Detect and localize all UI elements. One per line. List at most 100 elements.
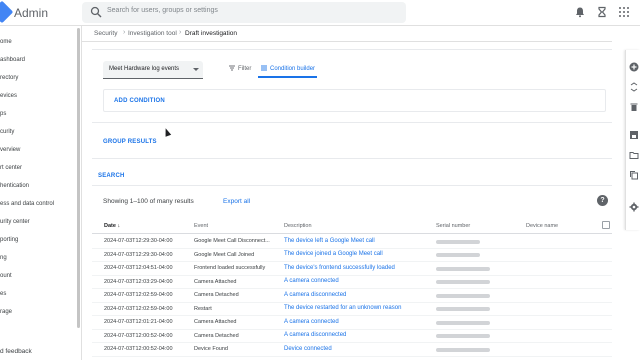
delete-icon[interactable] (629, 102, 639, 112)
group-results-button[interactable]: GROUP RESULTS (103, 139, 157, 145)
cell-date: 2024-07-03T12:00:52-04:00 (104, 332, 173, 339)
table-row[interactable]: 2024-07-03T12:29:30-04:00 Google Meet Ca… (92, 249, 612, 262)
cell-date: 2024-07-03T12:00:52-04:00 (104, 346, 173, 352)
column-header-event[interactable]: Event (194, 223, 208, 229)
apps-grid-icon[interactable] (618, 6, 630, 18)
sidebar-item-reporting[interactable]: porting (0, 237, 18, 243)
sidebar-item-access-data-control[interactable]: ess and data control (0, 201, 54, 207)
search-placeholder: Search for users, groups or settings (107, 7, 218, 14)
table-row[interactable]: 2024-07-03T12:04:51-04:00 Frontend loade… (92, 262, 612, 276)
column-header-date[interactable]: Date ↓ (104, 223, 120, 229)
breadcrumb-investigation-tool[interactable]: Investigation tool (128, 30, 177, 37)
sidebar-item-devices[interactable]: evices (0, 93, 17, 99)
cell-description-link[interactable]: Device connected (284, 346, 332, 352)
sidebar-item-alert-center[interactable]: rt center (0, 165, 22, 171)
settings-gear-icon[interactable] (629, 202, 639, 212)
tab-condition-builder[interactable]: Condition builder (258, 60, 318, 78)
breadcrumb-draft-investigation: Draft investigation (185, 30, 238, 37)
hourglass-icon[interactable] (596, 6, 608, 18)
table-row[interactable]: 2024-07-03T12:02:59-04:00 Restart The de… (92, 303, 612, 316)
save-icon[interactable] (629, 130, 639, 140)
admin-logo-icon[interactable] (0, 0, 14, 24)
filter-icon (229, 65, 235, 71)
sidebar-item-account[interactable]: ount (0, 273, 12, 279)
redacted-serial (436, 307, 490, 311)
redacted-serial (436, 320, 490, 325)
sidebar-item-directory[interactable]: rectory (0, 75, 18, 81)
search-input[interactable]: Search for users, groups or settings (82, 2, 406, 23)
table-row[interactable]: 2024-07-03T12:02:59-04:00 Camera Detache… (92, 289, 612, 303)
cell-description-link[interactable]: A camera connected (284, 278, 339, 284)
cell-description-link[interactable]: The device's frontend successfully loade… (284, 265, 395, 271)
cell-event: Google Meet Call Joined (194, 251, 255, 258)
cell-event: Camera Attached (194, 278, 237, 285)
help-icon[interactable]: ? (597, 195, 608, 206)
list-icon (261, 65, 267, 71)
breadcrumb: Security › Investigation tool › Draft in… (82, 26, 612, 42)
cell-date: 2024-07-03T12:02:59-04:00 (104, 305, 173, 312)
cell-description-link[interactable]: The device left a Google Meet call (284, 238, 375, 244)
tab-filter-label: Filter (238, 66, 252, 72)
sidebar-item-authentication[interactable]: hentication (0, 183, 29, 189)
sidebar-item-security[interactable]: curity (0, 129, 14, 135)
table-row[interactable]: 2024-07-03T12:29:30-04:00 Google Meet Ca… (92, 235, 612, 249)
cell-event: Camera Detached (194, 332, 239, 339)
redacted-serial (436, 280, 490, 284)
redacted-serial (436, 266, 490, 271)
redacted-serial (436, 334, 490, 338)
search-icon (90, 6, 102, 18)
table-row[interactable]: 2024-07-03T12:00:52-04:00 Device Found D… (92, 343, 612, 357)
app-title[interactable]: Admin (14, 6, 48, 20)
cell-date: 2024-07-03T12:03:29-04:00 (104, 278, 173, 285)
cell-date: 2024-07-03T12:29:30-04:00 (104, 251, 173, 258)
sidebar-item-rules[interactable]: es (0, 291, 6, 297)
cell-description-link[interactable]: The device restarted for an unknown reas… (284, 305, 401, 311)
folder-icon[interactable] (629, 150, 639, 160)
cell-description-link[interactable]: A camera disconnected (284, 292, 346, 298)
add-condition-button[interactable]: ADD CONDITION (114, 98, 165, 104)
copy-icon[interactable] (629, 170, 639, 180)
export-all-button[interactable]: Export all (223, 198, 250, 205)
results-table-header: Date ↓ Event Description Serial number D… (92, 218, 612, 234)
chevron-right-icon: › (123, 29, 126, 36)
cell-date: 2024-07-03T12:29:30-04:00 (104, 238, 173, 244)
tab-condition-builder-label: Condition builder (270, 66, 316, 72)
cell-description-link[interactable]: A camera connected (284, 319, 339, 325)
search-button[interactable]: SEARCH (98, 173, 125, 179)
sidebar-nav: ome ashboard rectory evices ps curity ve… (0, 26, 82, 360)
redacted-serial (436, 239, 480, 244)
dropdown-caret-icon (193, 68, 199, 71)
table-row[interactable]: 2024-07-03T12:03:29-04:00 Camera Attache… (92, 276, 612, 289)
cell-description-link[interactable]: The device joined a Google Meet call (284, 251, 383, 257)
table-row[interactable]: 2024-07-03T12:01:21-04:00 Camera Attache… (92, 316, 612, 330)
column-header-device-name[interactable]: Device name (526, 223, 558, 229)
data-source-select[interactable]: Meet Hardware log events (103, 61, 203, 79)
cell-event: Frontend loaded successfully (194, 265, 266, 271)
collapse-icon[interactable] (629, 82, 639, 92)
sidebar-item-overview[interactable]: verview (0, 147, 20, 153)
bell-icon[interactable] (574, 6, 586, 18)
sidebar-item-dashboard[interactable]: ashboard (0, 57, 25, 63)
column-header-description[interactable]: Description (284, 223, 312, 229)
data-source-value: Meet Hardware log events (109, 66, 180, 72)
breadcrumb-security[interactable]: Security (94, 30, 117, 37)
sidebar-scrollbar[interactable] (77, 28, 80, 328)
send-feedback-link[interactable]: d feedback (0, 348, 32, 355)
redacted-serial (436, 253, 480, 257)
table-row[interactable]: 2024-07-03T12:00:52-04:00 Camera Detache… (92, 330, 612, 343)
cell-description-link[interactable]: A camera disconnected (284, 332, 346, 338)
cell-event: Camera Attached (194, 319, 237, 325)
sidebar-item-apps[interactable]: ps (0, 111, 6, 117)
column-settings-icon[interactable] (602, 221, 610, 229)
card-top-edge (92, 42, 612, 50)
sidebar-item-security-center[interactable]: urity center (0, 219, 30, 225)
sidebar-item-billing[interactable]: ng (0, 255, 7, 261)
tab-filter[interactable]: Filter (228, 60, 251, 78)
sort-arrow-down-icon: ↓ (117, 223, 121, 229)
condition-box: ADD CONDITION (103, 89, 606, 112)
add-circle-icon[interactable] (629, 62, 639, 72)
sidebar-item-home[interactable]: ome (0, 39, 12, 45)
column-header-serial-number[interactable]: Serial number (436, 223, 470, 229)
sidebar-item-storage[interactable]: rage (0, 309, 12, 315)
top-app-bar: Admin Search for users, groups or settin… (0, 0, 640, 26)
